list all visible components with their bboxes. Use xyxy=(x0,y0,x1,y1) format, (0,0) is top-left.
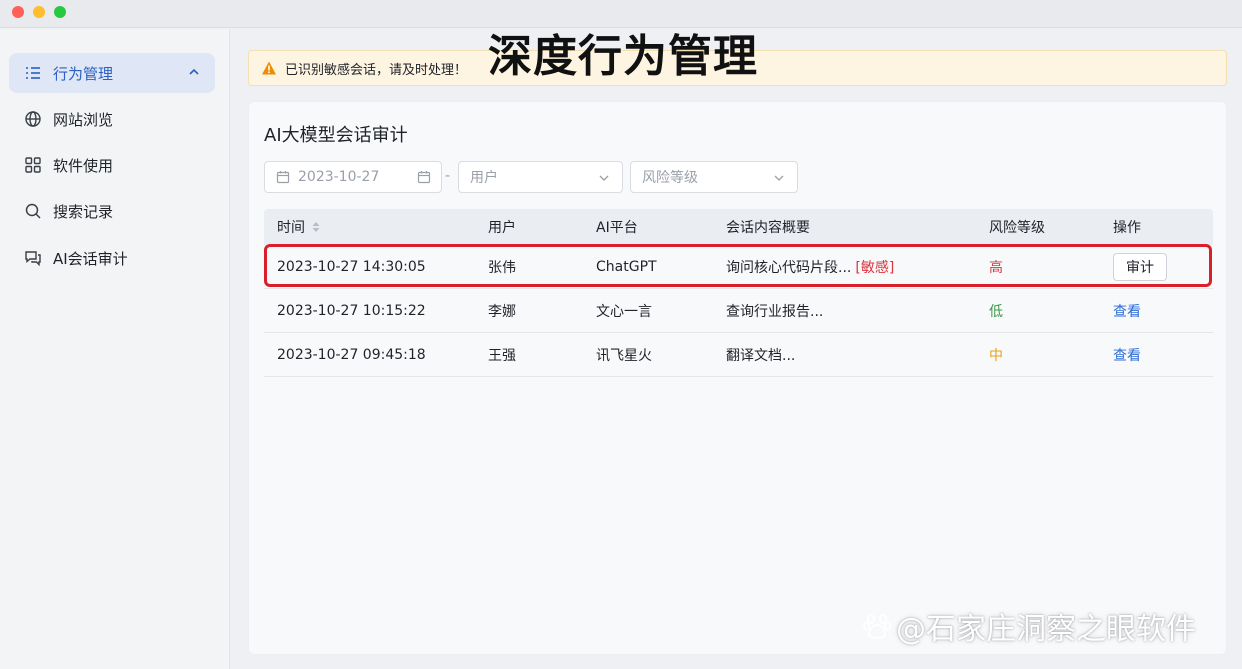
sidebar-item-software-usage[interactable]: 软件使用 xyxy=(9,145,215,185)
sidebar-item-ai-chat-audit[interactable]: AI会话审计 xyxy=(9,238,215,278)
date-value: 2023-10-27 xyxy=(298,169,380,185)
sidebar-item-label: 软件使用 xyxy=(53,156,114,175)
column-header-user: 用户 xyxy=(488,220,516,236)
sidebar-item-behavior-management[interactable]: 行为管理 xyxy=(9,53,215,93)
column-header-summary: 会话内容概要 xyxy=(726,220,810,236)
column-header-risk: 风险等级 xyxy=(989,220,1045,236)
table-row: 2023-10-27 10:15:22 李娜 文心一言 查询行业报告... 低 … xyxy=(264,289,1213,333)
cell-user: 王强 xyxy=(488,347,516,364)
cell-platform: 文心一言 xyxy=(596,303,652,320)
cell-summary: 询问核心代码片段... [敏感] xyxy=(726,245,894,288)
minimize-window-button[interactable] xyxy=(33,6,45,18)
chevron-down-icon xyxy=(773,172,785,184)
table-row: 2023-10-27 09:45:18 王强 讯飞星火 翻译文档... 中 查看 xyxy=(264,333,1213,377)
sidebar-item-label: 搜索记录 xyxy=(53,202,114,221)
close-window-button[interactable] xyxy=(12,6,24,18)
calendar-icon xyxy=(276,170,290,184)
globe-icon xyxy=(24,110,42,128)
user-select-placeholder: 用户 xyxy=(470,170,498,186)
cell-user: 李娜 xyxy=(488,303,516,320)
column-header-platform: AI平台 xyxy=(596,220,638,236)
cell-action: 审计 xyxy=(1113,245,1167,288)
sidebar-item-label: 网站浏览 xyxy=(53,110,114,129)
cell-summary: 查询行业报告... xyxy=(726,303,824,320)
cell-user: 张伟 xyxy=(488,259,516,276)
cell-platform: 讯飞星火 xyxy=(596,347,652,364)
audit-table: 时间 用户 AI平台 会话内容概要 风险等级 操作 2023-10-27 14:… xyxy=(264,209,1213,377)
cell-platform: ChatGPT xyxy=(596,258,657,275)
column-header-time[interactable]: 时间 xyxy=(277,209,321,245)
cell-risk: 低 xyxy=(989,303,1003,320)
summary-text: 询问核心代码片段... xyxy=(726,259,852,276)
sidebar-item-website-browsing[interactable]: 网站浏览 xyxy=(9,99,215,139)
zoom-window-button[interactable] xyxy=(54,6,66,18)
cell-summary: 翻译文档... xyxy=(726,347,796,364)
sidebar-item-search-records[interactable]: 搜索记录 xyxy=(9,191,215,231)
sidebar: 行为管理 网站浏览 软件使用 搜索记录 AI会话审计 xyxy=(0,29,230,669)
page-title: AI大模型会话审计 xyxy=(264,125,408,146)
user-select[interactable]: 用户 xyxy=(458,161,623,193)
table-header: 时间 用户 AI平台 会话内容概要 风险等级 操作 xyxy=(264,209,1213,245)
risk-select-placeholder: 风险等级 xyxy=(642,170,698,186)
cell-time: 2023-10-27 10:15:22 xyxy=(277,302,426,319)
paw-logo-icon xyxy=(862,611,892,641)
warning-icon xyxy=(261,60,277,76)
sensitive-tag: [敏感] xyxy=(855,259,895,276)
warning-text: 已识别敏感会话，请及时处理！ xyxy=(285,62,468,78)
chevron-up-icon[interactable] xyxy=(187,65,201,79)
chevron-down-icon xyxy=(598,172,610,184)
risk-level-select[interactable]: 风险等级 xyxy=(630,161,798,193)
overlay-title: 深度行为管理 xyxy=(488,31,758,82)
view-link[interactable]: 查看 xyxy=(1113,289,1141,332)
watermark-text: @石家庄洞察之眼软件 xyxy=(896,612,1196,647)
cell-risk: 中 xyxy=(989,347,1003,364)
cell-time: 2023-10-27 14:30:05 xyxy=(277,258,426,275)
watermark: @石家庄洞察之眼软件 xyxy=(862,606,1196,647)
column-header-action: 操作 xyxy=(1113,220,1141,236)
cell-risk: 高 xyxy=(989,259,1003,276)
list-icon xyxy=(24,64,42,82)
window-titlebar xyxy=(0,0,1242,28)
chat-bubbles-icon xyxy=(24,249,42,267)
filter-separator: - xyxy=(445,168,451,184)
date-picker[interactable]: 2023-10-27 xyxy=(264,161,442,193)
audit-card: AI大模型会话审计 2023-10-27 - 用户 风险等级 时间 用户 AI平… xyxy=(248,101,1227,655)
sidebar-item-label: AI会话审计 xyxy=(53,249,128,268)
view-link[interactable]: 查看 xyxy=(1113,333,1141,376)
audit-button[interactable]: 审计 xyxy=(1113,252,1167,281)
calendar-icon[interactable] xyxy=(417,170,431,184)
sort-icon[interactable] xyxy=(311,221,321,233)
table-row: 2023-10-27 14:30:05 张伟 ChatGPT 询问核心代码片段.… xyxy=(264,245,1213,289)
cell-time: 2023-10-27 09:45:18 xyxy=(277,346,426,363)
apps-grid-icon xyxy=(24,156,42,174)
search-icon xyxy=(24,202,42,220)
sidebar-item-label: 行为管理 xyxy=(53,64,114,83)
